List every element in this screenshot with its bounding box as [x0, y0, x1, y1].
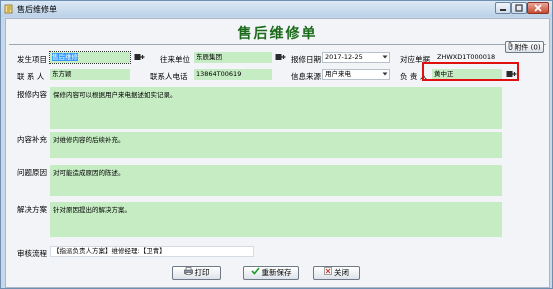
date-field[interactable]: 2017-12-25	[322, 52, 390, 63]
contact-field[interactable]: 东方颖	[50, 69, 130, 80]
contact-label: 联 系 人	[17, 72, 45, 81]
section-label: 问题原因	[17, 168, 47, 177]
approval-label: 审核流程	[17, 249, 47, 258]
project-label: 发生项目	[17, 55, 47, 64]
project-picker-icon[interactable]	[134, 53, 145, 62]
app-icon	[4, 4, 14, 14]
approval-field: 【指派负责人方案】维修经理:【卫青】	[50, 246, 254, 257]
app-window: 售后维修单 售后维修单 发生项目 售后维修 往来单位 东辰集团 报修日期 201…	[0, 0, 553, 289]
date-label: 报修日期	[291, 55, 321, 64]
close-x-icon	[324, 267, 332, 279]
printer-icon	[183, 267, 193, 279]
check-icon	[250, 267, 260, 279]
close-window-button[interactable]	[527, 2, 549, 14]
repair-content-textarea[interactable]: 保修内容可以根据用户来电据述如实记录。	[50, 87, 502, 129]
print-label: 打印	[194, 268, 210, 277]
window-title: 售后维修单	[17, 5, 57, 14]
attachment-label: 附件 (0)	[514, 43, 541, 52]
date-dropdown-icon[interactable]	[381, 52, 389, 62]
project-field[interactable]: 售后维修	[49, 51, 131, 64]
form-area: 售后维修单 发生项目 售后维修 往来单位 东辰集团 报修日期 2017-12-2…	[5, 18, 550, 288]
section-label: 内容补充	[17, 135, 47, 144]
close-label: 关闭	[334, 268, 349, 277]
title-divider	[9, 44, 546, 45]
maximize-button[interactable]	[511, 2, 527, 14]
print-button[interactable]: 打印	[172, 266, 221, 280]
supplement-textarea[interactable]: 对维修内容的后续补充。	[50, 132, 502, 158]
section-label: 解决方案	[17, 205, 47, 214]
resave-button[interactable]: 重新保存	[243, 266, 299, 280]
owner-highlight-box	[422, 62, 519, 81]
company-field[interactable]: 东辰集团	[194, 52, 272, 63]
project-value: 售后维修	[52, 53, 78, 61]
company-picker-icon[interactable]	[275, 53, 286, 62]
source-label: 信息来源	[291, 72, 321, 81]
title-bar: 售后维修单	[1, 1, 552, 17]
company-label: 往来单位	[160, 55, 190, 64]
source-dropdown-icon[interactable]	[381, 69, 389, 79]
attachment-button[interactable]: 附件 (0)	[505, 41, 544, 53]
source-field[interactable]: 用户来电	[322, 69, 390, 80]
minimize-button[interactable]	[495, 2, 511, 14]
section-label: 报修内容	[17, 90, 47, 99]
solution-textarea[interactable]: 针对原因提出的解决方案。	[50, 202, 502, 237]
phone-field[interactable]: 13864T00619	[194, 69, 272, 80]
phone-label: 联系人电话	[150, 72, 188, 81]
cause-textarea[interactable]: 对可能造成原因的陈述。	[50, 165, 502, 196]
resave-label: 重新保存	[261, 268, 292, 277]
form-title: 售后维修单	[237, 26, 318, 42]
close-button[interactable]: 关闭	[313, 266, 360, 280]
